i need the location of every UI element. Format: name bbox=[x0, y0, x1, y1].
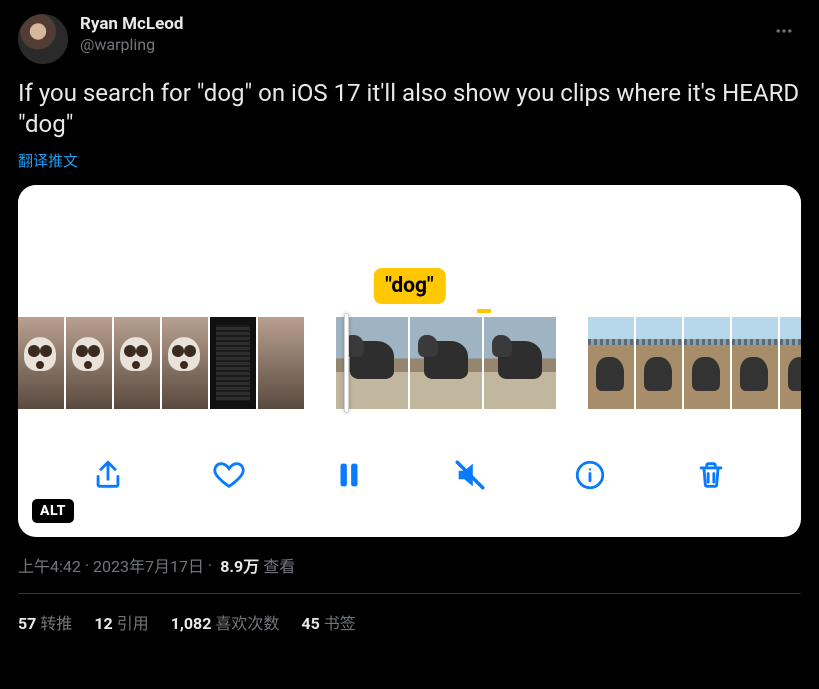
ellipsis-icon bbox=[774, 21, 794, 41]
share-button[interactable] bbox=[86, 453, 130, 497]
timeline-strip[interactable] bbox=[18, 317, 801, 409]
translate-link[interactable]: 翻译推文 bbox=[18, 150, 78, 171]
pause-button[interactable] bbox=[327, 453, 371, 497]
thumbnail bbox=[588, 317, 634, 409]
thumbnail bbox=[66, 317, 112, 409]
user-handle: @warpling bbox=[80, 35, 183, 55]
heart-icon bbox=[212, 458, 246, 492]
tweet: Ryan McLeod @warpling If you search for … bbox=[0, 0, 819, 634]
info-button[interactable] bbox=[568, 453, 612, 497]
clip-group-3 bbox=[588, 317, 801, 409]
tweet-stats: 57转推 12引用 1,082喜欢次数 45书签 bbox=[18, 594, 801, 634]
caption-tick bbox=[477, 309, 491, 313]
caption-pill: "dog" bbox=[373, 268, 445, 304]
tweet-text: If you search for "dog" on iOS 17 it'll … bbox=[18, 78, 801, 140]
user-info[interactable]: Ryan McLeod @warpling bbox=[80, 14, 183, 55]
media-toolbar bbox=[18, 445, 801, 505]
tweet-meta: 上午4:42 · 2023年7月17日 · 8.9万 查看 bbox=[18, 553, 801, 577]
avatar[interactable] bbox=[18, 14, 68, 64]
info-icon bbox=[573, 458, 607, 492]
clip-group-1 bbox=[18, 317, 304, 409]
thumbnail bbox=[780, 317, 801, 409]
media-card[interactable]: "dog" bbox=[18, 185, 801, 537]
alt-badge[interactable]: ALT bbox=[32, 499, 74, 523]
playhead[interactable] bbox=[344, 313, 349, 413]
display-name: Ryan McLeod bbox=[80, 14, 183, 35]
views-label: 查看 bbox=[263, 553, 295, 577]
retweets-stat[interactable]: 57转推 bbox=[18, 610, 72, 634]
tweet-header: Ryan McLeod @warpling bbox=[18, 14, 801, 64]
thumbnail bbox=[258, 317, 304, 409]
media-top-area bbox=[18, 185, 801, 277]
tweet-time[interactable]: 上午4:42 bbox=[18, 553, 81, 577]
share-icon bbox=[91, 458, 125, 492]
quotes-stat[interactable]: 12引用 bbox=[94, 610, 148, 634]
thumbnail bbox=[18, 317, 64, 409]
views-count: 8.9万 bbox=[220, 553, 259, 577]
thumbnail bbox=[114, 317, 160, 409]
thumbnail bbox=[410, 317, 482, 409]
like-button[interactable] bbox=[207, 453, 251, 497]
thumbnail bbox=[162, 317, 208, 409]
tweet-date[interactable]: 2023年7月17日 bbox=[93, 553, 204, 577]
thumbnail bbox=[684, 317, 730, 409]
clip-group-2 bbox=[336, 317, 556, 409]
more-button[interactable] bbox=[767, 14, 801, 48]
mute-icon bbox=[453, 458, 487, 492]
likes-stat[interactable]: 1,082喜欢次数 bbox=[171, 610, 280, 634]
trash-icon bbox=[694, 458, 728, 492]
thumbnail bbox=[636, 317, 682, 409]
thumbnail bbox=[210, 317, 256, 409]
bookmarks-stat[interactable]: 45书签 bbox=[301, 610, 355, 634]
mute-button[interactable] bbox=[448, 453, 492, 497]
pause-icon bbox=[332, 458, 366, 492]
thumbnail bbox=[732, 317, 778, 409]
delete-button[interactable] bbox=[689, 453, 733, 497]
thumbnail bbox=[484, 317, 556, 409]
